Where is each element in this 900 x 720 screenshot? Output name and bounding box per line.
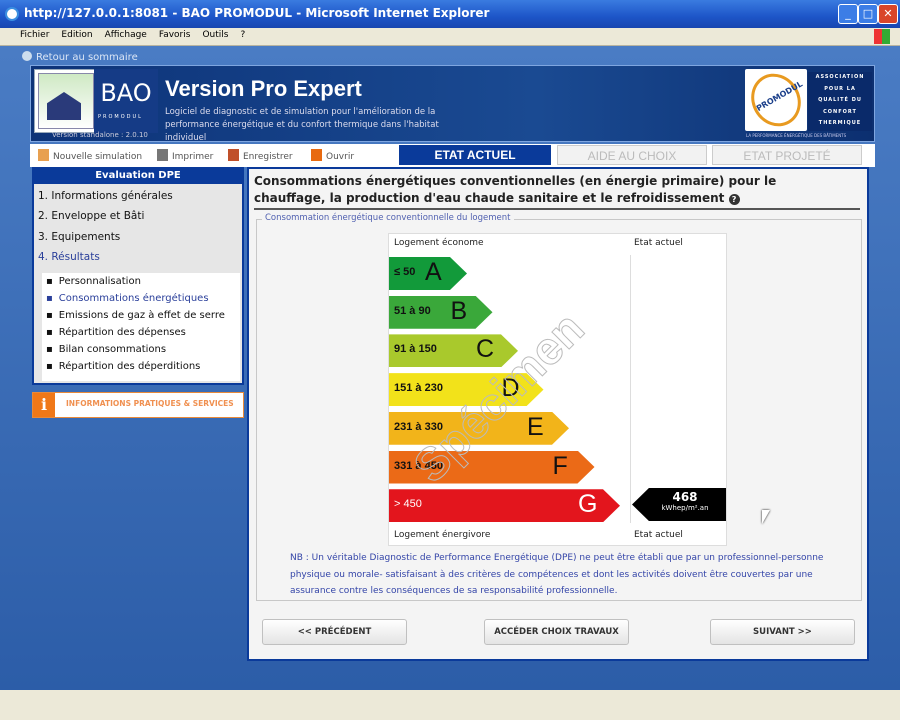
tab-aide-au-choix[interactable]: AIDE AU CHOIX	[557, 145, 707, 165]
label-etat-bottom: Etat actuel	[634, 530, 683, 540]
class-range: 51 à 90	[394, 304, 431, 317]
step-enveloppe[interactable]: 2. Enveloppe et Bâti	[38, 210, 144, 222]
current-value-arrow: 468 kWhep/m².an	[632, 488, 726, 521]
menu-fichier[interactable]: Fichier	[20, 30, 49, 40]
minimize-button[interactable]: _	[838, 4, 858, 24]
class-letter: G	[578, 490, 598, 519]
previous-button[interactable]: << PRÉCÉDENT	[262, 619, 407, 645]
page-title: Consommations énergétiques conventionnel…	[254, 173, 814, 207]
menu-bar: Fichier Edition Affichage Favoris Outils?	[0, 28, 900, 46]
save-icon	[228, 149, 239, 161]
dpe-disclaimer: NB : Un véritable Diagnostic de Performa…	[290, 553, 824, 596]
help-icon[interactable]: ?	[728, 194, 740, 205]
class-range: 151 à 230	[394, 382, 443, 395]
partner-tagline: LA PERFORMANCE ÉNERGÉTIQUE DES BÂTIMENTS	[746, 133, 847, 138]
logo-sub: PROMODUL	[98, 114, 143, 120]
close-button[interactable]: ✕	[878, 4, 898, 24]
class-letter: A	[425, 258, 442, 286]
menu-outils[interactable]: Outils	[202, 30, 228, 40]
save-button[interactable]: Enregistrer	[228, 149, 293, 162]
label-etat-top: Etat actuel	[634, 238, 683, 248]
new-label: Nouvelle simulation	[53, 152, 143, 162]
window-titlebar: http://127.0.0.1:8081 - BAO PROMODUL - M…	[0, 0, 900, 28]
label-econome: Logement économe	[394, 238, 484, 248]
back-icon	[22, 51, 32, 61]
energy-class-b: 51 à 90 B	[389, 295, 493, 329]
energy-class-g: > 450 G	[389, 489, 620, 523]
page-title-text: Consommations énergétiques conventionnel…	[254, 174, 777, 205]
windows-logo-icon	[874, 29, 890, 44]
print-button[interactable]: Imprimer	[157, 149, 213, 162]
sidebar-header: Evaluation DPE	[34, 167, 242, 184]
sub-deperditions[interactable]: Répartition des déperditions	[46, 361, 201, 372]
menu-edition[interactable]: Edition	[61, 30, 92, 40]
open-button[interactable]: Ouvrir	[311, 149, 354, 162]
works-choice-button[interactable]: ACCÉDER CHOIX TRAVAUX	[484, 619, 629, 645]
consumption-value: 468	[672, 490, 698, 504]
info-icon: i	[33, 393, 55, 417]
print-label: Imprimer	[172, 152, 214, 162]
column-divider	[630, 255, 631, 523]
menu-affichage[interactable]: Affichage	[105, 30, 147, 40]
fieldset-legend: Consommation énergétique conventionnelle…	[262, 213, 514, 223]
sub-bilan[interactable]: Bilan consommations	[46, 344, 166, 355]
folder-icon	[311, 149, 322, 161]
sub-consommations[interactable]: Consommations énergétiques	[46, 293, 209, 304]
save-label: Enregistrer	[243, 152, 293, 162]
class-range: 91 à 150	[394, 343, 437, 356]
class-letter: F	[552, 451, 568, 480]
step-resultats[interactable]: 4. Résultats	[38, 251, 100, 263]
logo-text: BAO	[94, 69, 158, 133]
maximize-button[interactable]: □	[858, 4, 878, 24]
class-letter: C	[476, 335, 495, 364]
back-to-summary-link[interactable]: Retour au sommaire	[22, 51, 138, 63]
class-letter: B	[450, 296, 468, 325]
house-icon	[38, 73, 94, 129]
version-label: Version standalone : 2.0.10	[52, 131, 148, 139]
back-link-label: Retour au sommaire	[36, 52, 138, 63]
next-button[interactable]: SUIVANT >>	[710, 619, 855, 645]
consumption-unit: kWhep/m².an	[661, 504, 709, 512]
partner-text: ASSOCIATION POUR LA QUALITÉ DU CONFORT T…	[808, 72, 872, 131]
step-informations[interactable]: 1. Informations générales	[38, 190, 173, 202]
sub-personnalisation[interactable]: Personnalisation	[46, 276, 141, 287]
mouse-cursor-icon	[762, 510, 770, 524]
tab-etat-actuel[interactable]: ETAT ACTUEL	[399, 145, 551, 165]
sub-emissions[interactable]: Emissions de gaz à effet de serre	[46, 310, 225, 321]
ie-icon	[5, 7, 19, 21]
class-range: > 450	[394, 498, 422, 511]
info-label: INFORMATIONS PRATIQUES & SERVICES	[66, 399, 234, 408]
new-doc-icon	[38, 149, 49, 161]
app-title: Version Pro Expert	[165, 76, 362, 101]
class-range: ≤ 50	[394, 266, 416, 278]
new-simulation-button[interactable]: Nouvelle simulation	[38, 149, 142, 162]
menu-favoris[interactable]: Favoris	[159, 30, 191, 40]
class-letter: E	[527, 412, 544, 441]
open-label: Ouvrir	[326, 152, 355, 162]
title-divider	[254, 208, 860, 210]
printer-icon	[157, 149, 168, 161]
app-subtitle: Logiciel de diagnostic et de simulation …	[165, 107, 439, 143]
window-title: http://127.0.0.1:8081 - BAO PROMODUL - M…	[24, 6, 490, 20]
label-energivore: Logement énergivore	[394, 530, 491, 540]
tab-etat-projete[interactable]: ETAT PROJETÉ	[712, 145, 862, 165]
step-equipements[interactable]: 3. Equipements	[38, 231, 120, 243]
menu-help[interactable]: ?	[240, 30, 245, 40]
status-bar	[0, 690, 900, 720]
sub-depenses[interactable]: Répartition des dépenses	[46, 327, 186, 338]
